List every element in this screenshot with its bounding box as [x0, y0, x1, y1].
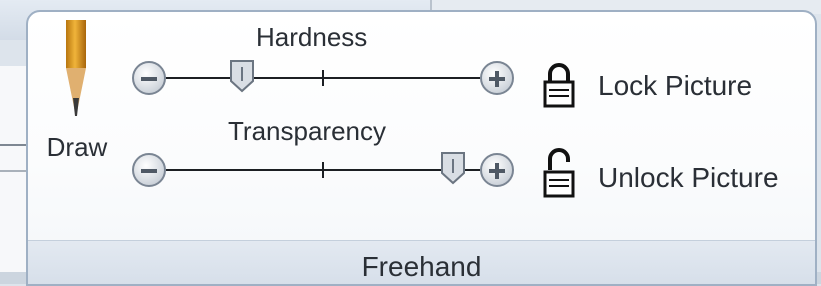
document-line: [0, 144, 26, 146]
lock-picture-label: Lock Picture: [598, 70, 753, 101]
minus-circle-icon: [141, 77, 157, 81]
unlock-picture-label: Unlock Picture: [598, 162, 779, 193]
hardness-label: Hardness: [256, 22, 368, 52]
group-label-bar: Freehand: [28, 240, 815, 284]
document-area-edge: [0, 66, 26, 272]
hardness-slider[interactable]: [132, 59, 514, 97]
slider-thumb-icon: [441, 152, 465, 185]
unlocked-padlock-icon: [543, 148, 575, 198]
draw-label: Draw: [46, 132, 108, 162]
hardness-thumb[interactable]: [229, 59, 255, 93]
freehand-ribbon-group: Draw Hardness Transparency Lock Picture …: [26, 10, 817, 286]
transparency-increase-button[interactable]: [480, 153, 514, 187]
group-label: Freehand: [361, 251, 482, 282]
hardness-decrease-button[interactable]: [132, 61, 166, 95]
minus-circle-icon: [141, 169, 157, 173]
lock-picture-button[interactable]: Lock Picture: [542, 62, 802, 108]
document-line: [0, 170, 26, 172]
slider-thumb-icon: [230, 60, 254, 93]
transparency-label: Transparency: [228, 116, 386, 146]
unlock-picture-button[interactable]: Unlock Picture: [542, 148, 812, 198]
hardness-center-tick: [322, 70, 324, 86]
transparency-thumb[interactable]: [440, 151, 466, 185]
transparency-center-tick: [322, 162, 324, 178]
pencil-icon: [66, 20, 86, 116]
hardness-increase-button[interactable]: [480, 61, 514, 95]
transparency-slider[interactable]: [132, 151, 514, 189]
locked-padlock-icon: [543, 63, 575, 108]
draw-button[interactable]: Draw: [36, 18, 118, 178]
transparency-decrease-button[interactable]: [132, 153, 166, 187]
